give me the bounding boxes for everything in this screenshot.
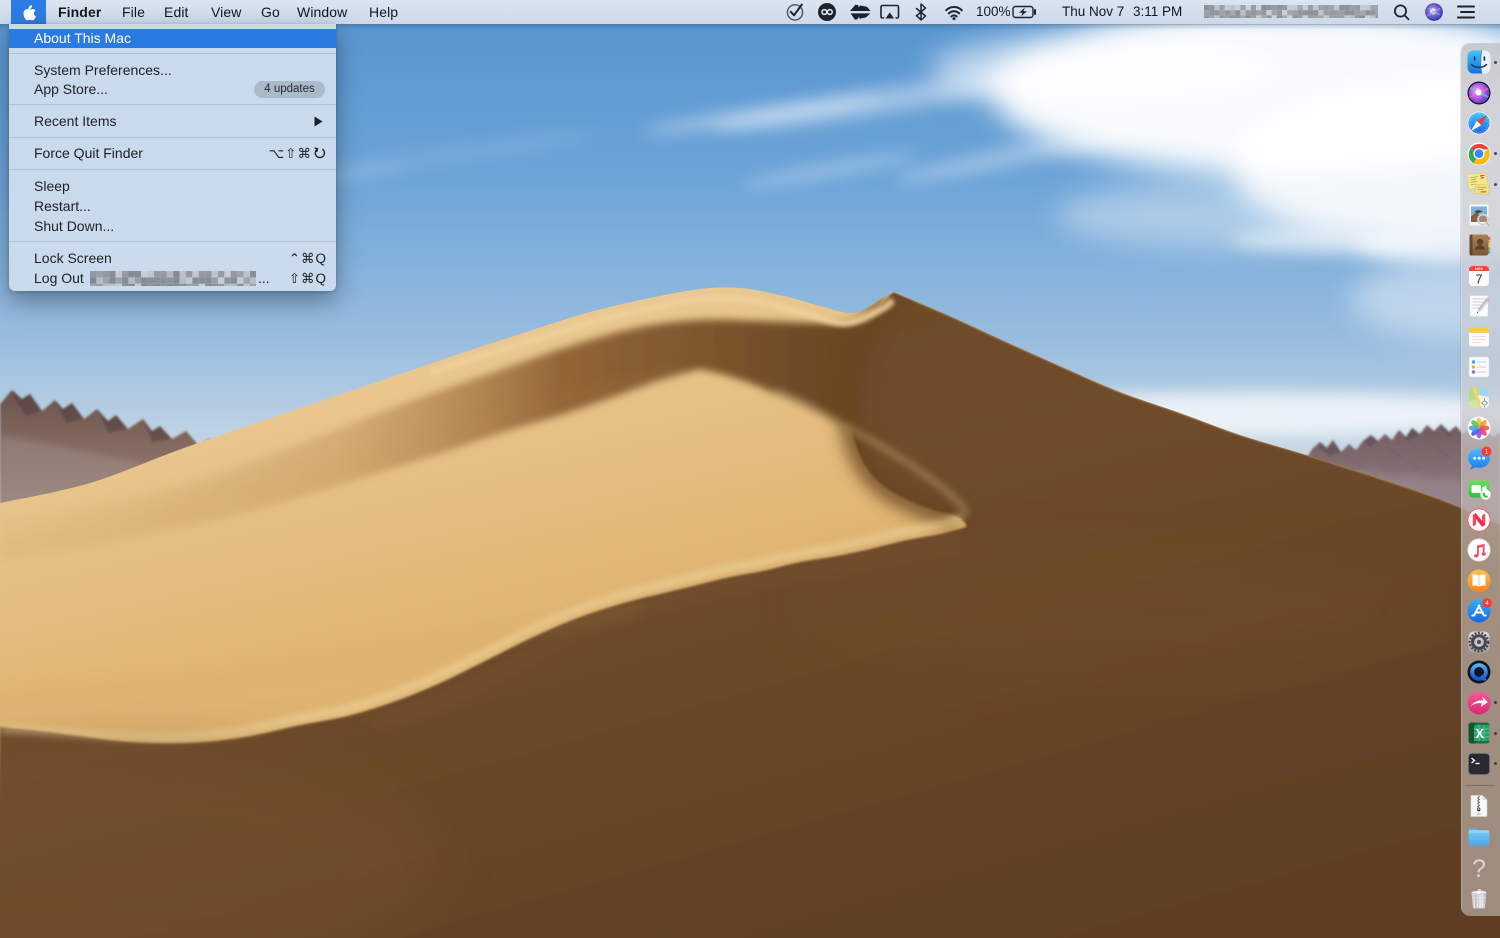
svg-text:X: X (1475, 727, 1484, 741)
svg-text:7: 7 (1475, 271, 1482, 286)
svg-text:NOV: NOV (1475, 266, 1483, 270)
svg-text:1: 1 (1484, 448, 1488, 455)
svg-text:ZIP: ZIP (1476, 812, 1480, 816)
svg-text:?: ? (1472, 855, 1486, 881)
